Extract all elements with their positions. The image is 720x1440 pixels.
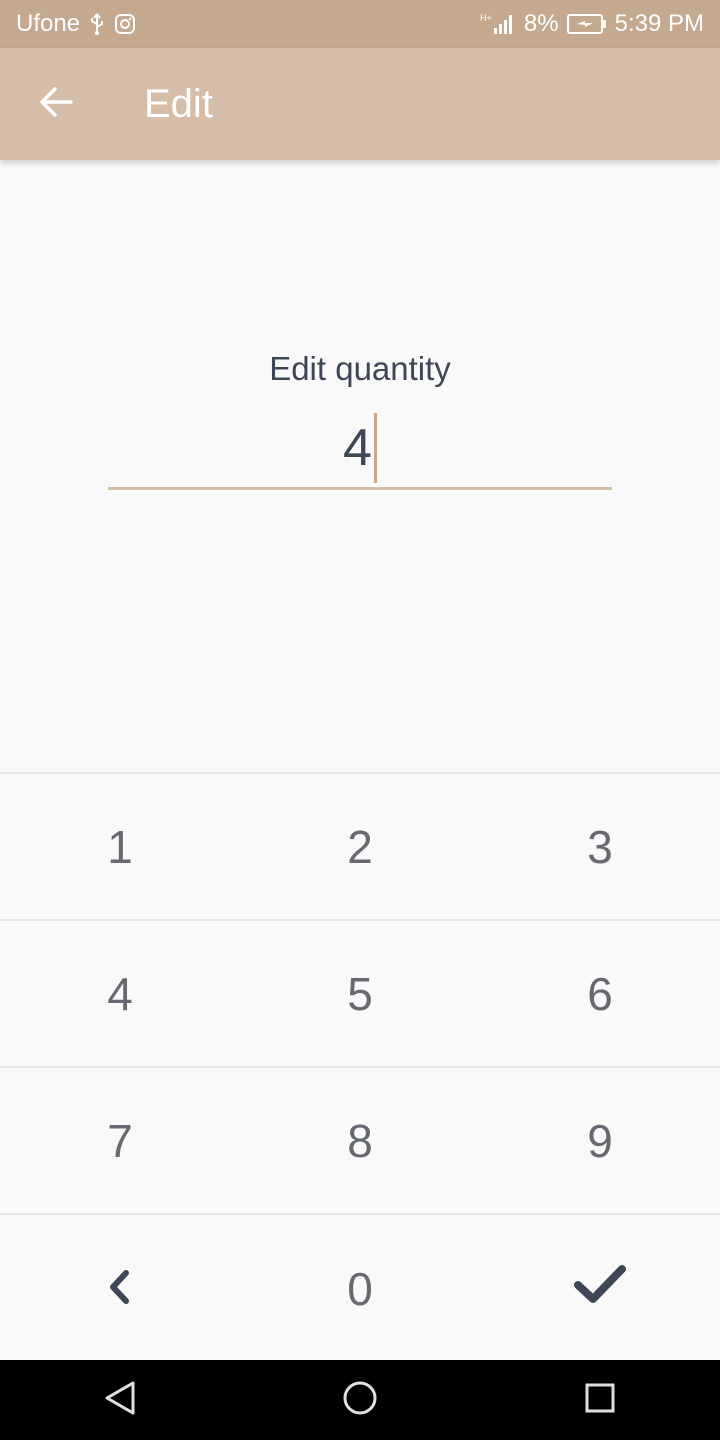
key-4[interactable]: 4: [0, 921, 240, 1066]
clock: 5:39 PM: [614, 10, 704, 37]
quantity-input[interactable]: 4: [108, 408, 612, 490]
key-6[interactable]: 6: [480, 921, 720, 1066]
system-nav-bar: [0, 1360, 720, 1440]
key-1[interactable]: 1: [0, 774, 240, 919]
key-5[interactable]: 5: [240, 921, 480, 1066]
confirm-key[interactable]: [480, 1215, 720, 1362]
instagram-icon: [114, 13, 136, 35]
key-0[interactable]: 0: [240, 1215, 480, 1362]
keypad-row: 1 2 3: [0, 774, 720, 921]
arrow-left-icon: [38, 84, 74, 125]
battery-charging-icon: [566, 13, 607, 35]
status-bar-left: Ufone: [16, 10, 136, 38]
system-home-button[interactable]: [320, 1360, 400, 1440]
quantity-value: 4: [343, 418, 372, 477]
system-back-button[interactable]: [80, 1360, 160, 1440]
checkmark-icon: [573, 1262, 627, 1316]
keypad-row: 0: [0, 1215, 720, 1362]
numeric-keypad: 1 2 3 4 5 6 7 8 9 0: [0, 772, 720, 1360]
chevron-left-icon: [106, 1262, 134, 1316]
key-7[interactable]: 7: [0, 1068, 240, 1213]
keypad-row: 4 5 6: [0, 921, 720, 1068]
keypad-row: 7 8 9: [0, 1068, 720, 1215]
signal-icon: H+: [480, 12, 516, 36]
back-button[interactable]: [24, 76, 88, 132]
battery-percent: 8%: [523, 10, 559, 37]
svg-text:H+: H+: [480, 13, 492, 23]
key-2[interactable]: 2: [240, 774, 480, 919]
carrier-name: Ufone: [16, 10, 81, 37]
key-8[interactable]: 8: [240, 1068, 480, 1213]
recents-square-icon: [584, 1382, 616, 1419]
status-bar: Ufone H+ 8% 5:39 PM: [0, 0, 720, 48]
status-bar-right: H+ 8% 5:39 PM: [480, 10, 704, 38]
page-title: Edit: [144, 82, 213, 126]
key-9[interactable]: 9: [480, 1068, 720, 1213]
home-circle-icon: [342, 1380, 378, 1421]
edit-quantity-label: Edit quantity: [269, 350, 451, 387]
back-triangle-icon: [103, 1380, 137, 1421]
backspace-key[interactable]: [0, 1215, 240, 1362]
text-caret: [373, 412, 377, 483]
usb-icon: [88, 12, 106, 36]
system-recents-button[interactable]: [560, 1360, 640, 1440]
app-bar: Edit: [0, 48, 720, 160]
key-3[interactable]: 3: [480, 774, 720, 919]
